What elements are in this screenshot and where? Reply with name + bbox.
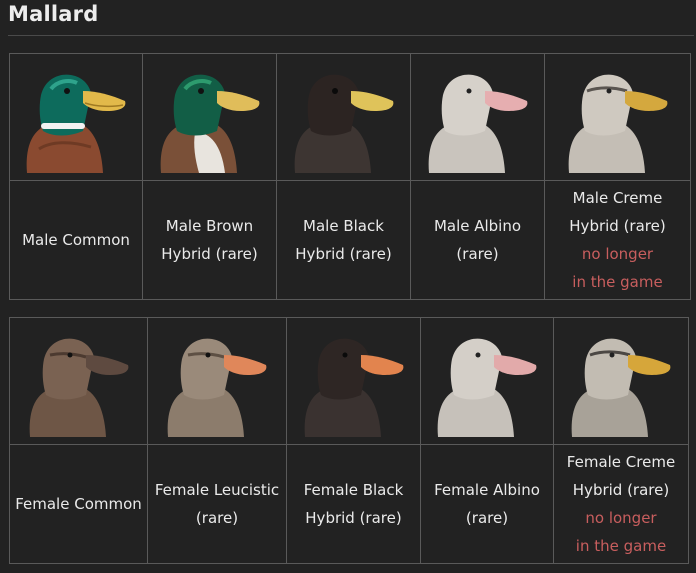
image-cell (147, 317, 287, 445)
variant-label: Male Creme (572, 189, 663, 207)
variant-label: Male Brown (165, 217, 254, 235)
image-cell (420, 317, 554, 445)
variant-label-cell: Female Albino (rare) (420, 444, 554, 564)
female-common-duck-image (23, 325, 134, 437)
male-image-row (9, 53, 691, 181)
variant-label: Hybrid (rare) (295, 245, 392, 263)
variant-label-cell: Male Black Hybrid (rare) (276, 180, 411, 300)
removed-note: no longer (585, 509, 657, 527)
image-cell (553, 317, 689, 445)
female-image-row (9, 317, 689, 445)
page-title: Mallard (8, 2, 99, 26)
variant-label-cell: Female Creme Hybrid (rare) no longer in … (553, 444, 689, 564)
female-albino-duck-image (432, 325, 542, 437)
male-common-duck-image (21, 61, 131, 173)
variant-label-cell: Male Brown Hybrid (rare) (142, 180, 277, 300)
female-black-hybrid-duck-image (298, 325, 409, 437)
variant-label: Hybrid (rare) (572, 481, 670, 499)
female-variants-table: Female Common Female Leucistic (rare) Fe… (9, 317, 689, 564)
variant-label: (rare) (456, 245, 499, 263)
female-label-row: Female Common Female Leucistic (rare) Fe… (9, 444, 689, 564)
variant-label: Hybrid (rare) (161, 245, 258, 263)
variant-label: Female Albino (434, 481, 540, 499)
variant-label: Male Albino (433, 217, 522, 235)
variant-label: (rare) (465, 509, 509, 527)
variant-label: Male Black (303, 217, 384, 235)
variant-label-cell: Male Creme Hybrid (rare) no longer in th… (544, 180, 691, 300)
image-cell (544, 53, 691, 181)
image-cell (142, 53, 277, 181)
variant-label-cell: Male Common (9, 180, 143, 300)
image-cell (9, 53, 143, 181)
variant-label: Hybrid (rare) (569, 217, 666, 235)
variant-label: Hybrid (rare) (305, 509, 402, 527)
removed-note: no longer (581, 245, 654, 263)
title-divider (8, 35, 694, 36)
image-cell (286, 317, 421, 445)
variant-label: Female Black (303, 481, 404, 499)
male-label-row: Male Common Male Brown Hybrid (rare) Mal… (9, 180, 691, 300)
variant-label-cell: Female Leucistic (rare) (147, 444, 287, 564)
variant-label-cell: Female Black Hybrid (rare) (286, 444, 421, 564)
variant-label-cell: Male Albino (rare) (410, 180, 545, 300)
variant-label: Male Common (22, 231, 130, 249)
variant-label: (rare) (195, 509, 239, 527)
male-black-hybrid-duck-image (288, 61, 399, 173)
variant-label: Female Leucistic (154, 481, 280, 499)
removed-note: in the game (575, 537, 667, 555)
image-cell (276, 53, 411, 181)
image-cell (410, 53, 545, 181)
variant-label-cell: Female Common (9, 444, 148, 564)
male-creme-hybrid-duck-image (562, 61, 673, 173)
variant-label: Female Common (15, 495, 142, 513)
male-variants-table: Male Common Male Brown Hybrid (rare) Mal… (9, 53, 691, 300)
female-creme-hybrid-duck-image (566, 325, 676, 437)
image-cell (9, 317, 148, 445)
male-albino-duck-image (422, 61, 533, 173)
female-leucistic-duck-image (162, 325, 272, 437)
male-brown-hybrid-duck-image (154, 61, 265, 173)
variant-label: Female Creme (566, 453, 676, 471)
removed-note: in the game (572, 273, 663, 291)
